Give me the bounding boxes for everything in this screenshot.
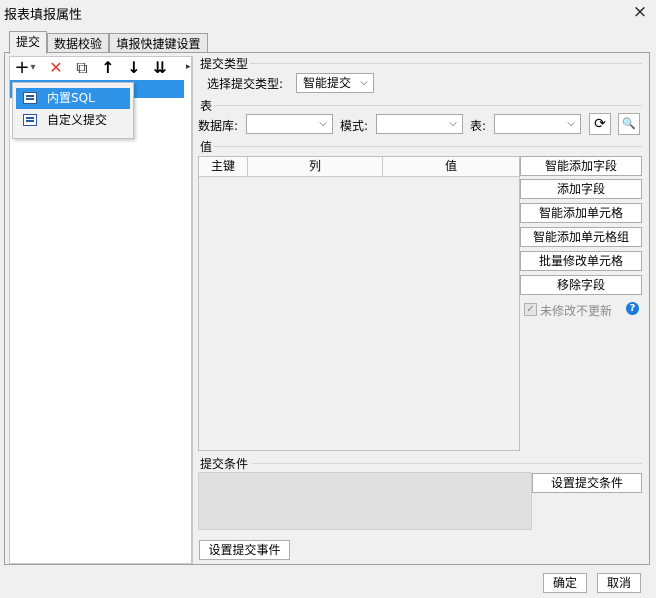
close-icon[interactable]: × [631,3,649,21]
submit-type-value: 智能提交 [303,76,352,90]
database-select[interactable]: ⌵ [246,114,333,134]
no-update-label: 未修改不更新 [540,304,613,318]
set-condition-button[interactable]: 设置提交条件 [532,473,642,493]
copy-icon[interactable]: ⧉ [72,58,92,78]
condition-section-title: 提交条件 [200,457,249,471]
window-title: 报表填报属性 [4,8,83,23]
divider [214,146,642,147]
table-section-title: 表 [200,99,213,113]
batch-edit-cell-button[interactable]: 批量修改单元格 [520,251,642,271]
table-icon [23,92,37,104]
tab-data-validation[interactable]: 数据校验 [47,33,109,54]
menu-item-label: 自定义提交 [47,113,108,127]
schema-select[interactable]: ⌵ [376,114,463,134]
field-mapping-table[interactable]: 主键 列 值 [198,156,520,451]
move-down-icon[interactable]: ↓ [124,58,144,78]
add-menu-popup: 内置SQL 自定义提交 [12,82,134,139]
chevron-right-icon[interactable]: ▸ [186,62,191,72]
pane-divider[interactable] [192,56,193,564]
divider [250,63,642,64]
reorder-icon[interactable]: ⇊ [150,58,170,78]
smart-add-cell-button[interactable]: 智能添加单元格 [520,203,642,223]
ok-button[interactable]: 确定 [543,573,587,593]
help-icon[interactable]: ? [626,302,639,315]
chevron-down-icon: ⌵ [360,77,368,88]
cancel-button[interactable]: 取消 [597,573,641,593]
submit-type-select[interactable]: 智能提交 ⌵ [296,73,374,93]
smart-add-field-button[interactable]: 智能添加字段 [520,156,642,176]
refresh-icon[interactable]: ⟳ [589,113,611,135]
condition-display-area [198,472,532,530]
delete-icon[interactable]: ✕ [46,58,66,78]
tab-shortcut-settings[interactable]: 填报快捷键设置 [109,33,208,54]
preview-icon[interactable]: 🔍 [618,113,640,135]
add-field-button[interactable]: 添加字段 [520,179,642,199]
column-header-value[interactable]: 值 [383,157,519,176]
tab-submit[interactable]: 提交 [9,31,47,54]
smart-add-cell-group-button[interactable]: 智能添加单元格组 [520,227,642,247]
column-header-column[interactable]: 列 [248,157,383,176]
menu-item-builtin-sql[interactable]: 内置SQL [16,88,130,109]
move-up-icon[interactable]: ↑ [98,58,118,78]
chevron-down-icon: ⌵ [449,118,457,129]
database-label: 数据库: [198,119,239,133]
submit-type-section-title: 提交类型 [200,57,249,71]
no-update-checkbox[interactable]: ✓ [524,303,537,316]
divider [214,105,642,106]
value-section-title: 值 [200,140,213,154]
menu-item-label: 内置SQL [47,91,95,105]
table-header: 主键 列 值 [199,157,519,177]
chevron-down-icon: ⌵ [567,118,575,129]
remove-field-button[interactable]: 移除字段 [520,275,642,295]
schema-label: 模式: [340,119,369,133]
divider [252,463,642,464]
table-label: 表: [470,119,487,133]
menu-item-custom-submit[interactable]: 自定义提交 [16,110,130,131]
chevron-down-icon[interactable]: ▾ [28,58,38,78]
submit-type-label: 选择提交类型: [207,77,284,91]
column-header-primary-key[interactable]: 主键 [199,157,248,176]
set-submit-event-button[interactable]: 设置提交事件 [199,540,290,560]
chevron-down-icon: ⌵ [319,118,327,129]
table-select[interactable]: ⌵ [494,114,581,134]
table-icon [23,114,37,126]
